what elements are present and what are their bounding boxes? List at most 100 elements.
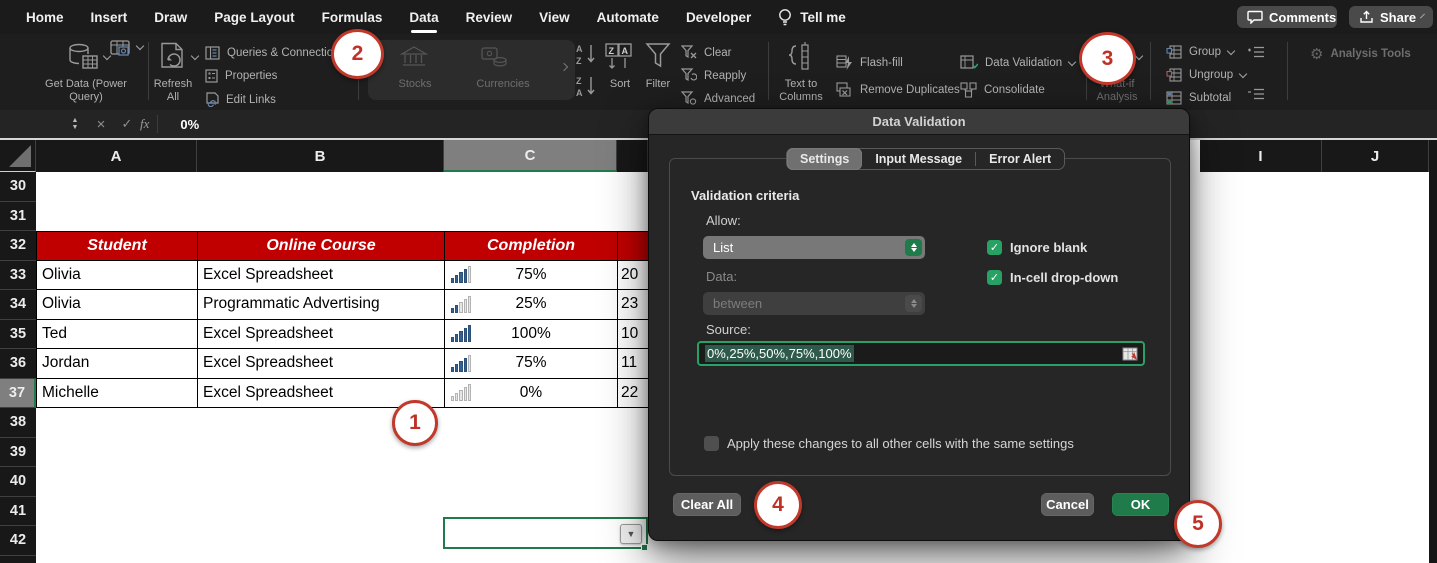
student-cell[interactable]: Ted	[36, 320, 197, 350]
subtotal-button[interactable]: Subtotal	[1166, 91, 1231, 105]
student-cell[interactable]: Olivia	[36, 290, 197, 320]
remove-duplicates-button[interactable]: Remove Duplicates	[836, 82, 960, 98]
completion-cell[interactable]: 75%	[444, 349, 617, 379]
header-completion[interactable]: Completion	[444, 231, 617, 261]
advanced-filter-button[interactable]: Advanced	[681, 91, 755, 106]
chevron-down-icon[interactable]	[1135, 52, 1143, 60]
header-course[interactable]: Online Course	[197, 231, 444, 261]
d-cell-partial[interactable]: 22	[617, 379, 648, 409]
chevron-down-icon[interactable]	[136, 42, 144, 50]
menu-item[interactable]: Automate	[597, 10, 659, 25]
table-camera-button[interactable]	[110, 40, 132, 58]
row-header[interactable]: 39	[0, 438, 36, 468]
range-selector-icon[interactable]	[1122, 347, 1138, 361]
student-cell[interactable]: Jordan	[36, 349, 197, 379]
hide-detail-icon[interactable]	[1248, 88, 1264, 101]
sort-button[interactable]: ZA	[604, 42, 634, 72]
row-header[interactable]: 31	[0, 202, 36, 232]
comments-button[interactable]: Comments	[1237, 6, 1337, 28]
row-header[interactable]: 30	[0, 172, 36, 202]
source-input[interactable]: 0%,25%,50%,75%,100%	[697, 341, 1145, 366]
menu-item[interactable]: View	[539, 10, 570, 25]
column-header-d-partial[interactable]	[617, 140, 648, 172]
row-header[interactable]: 38	[0, 408, 36, 438]
column-header-j[interactable]: J	[1322, 140, 1429, 172]
ignore-blank-checkbox[interactable]: ✓ Ignore blank	[987, 240, 1087, 255]
menu-item[interactable]: Home	[26, 10, 64, 25]
chevron-down-icon[interactable]	[191, 52, 199, 60]
menu-item[interactable]: Review	[466, 10, 513, 25]
show-detail-icon[interactable]	[1248, 46, 1264, 59]
row-header[interactable]: 42	[0, 526, 36, 556]
row-header[interactable]: 37	[0, 379, 36, 409]
reapply-filter-button[interactable]: Reapply	[681, 68, 746, 83]
d-cell-partial[interactable]: 20	[617, 261, 648, 291]
cancel-button[interactable]: Cancel	[1041, 493, 1094, 516]
clear-filter-button[interactable]: Clear	[681, 45, 731, 60]
course-cell[interactable]: Excel Spreadsheet	[197, 320, 444, 350]
group-button[interactable]: Group	[1166, 45, 1234, 59]
queries-connections-button[interactable]: Queries & Connections	[205, 46, 345, 60]
d-cell-partial[interactable]: 11	[617, 349, 648, 379]
in-cell-dropdown-checkbox[interactable]: ✓ In-cell drop-down	[987, 270, 1118, 285]
column-header-a[interactable]: A	[36, 140, 197, 172]
fx-icon[interactable]: fx	[140, 116, 149, 132]
row-header[interactable]: 32	[0, 231, 36, 261]
tab-settings[interactable]: Settings	[787, 148, 862, 170]
select-all-corner[interactable]	[0, 140, 36, 172]
row-header[interactable]: 33	[0, 261, 36, 291]
row-header[interactable]: 36	[0, 349, 36, 379]
row-header[interactable]: 41	[0, 497, 36, 527]
flash-fill-button[interactable]: Flash-fill	[836, 55, 903, 71]
student-cell[interactable]: Michelle	[36, 379, 197, 409]
tab-error-alert[interactable]: Error Alert	[976, 148, 1064, 170]
formula-input[interactable]: 0%	[180, 117, 199, 132]
completion-cell[interactable]: 100%	[444, 320, 617, 350]
name-box-stepper-icon[interactable]: ▲▼	[62, 117, 88, 131]
d-cell-partial[interactable]: 23	[617, 290, 648, 320]
row-header[interactable]: 34	[0, 290, 36, 320]
column-header-i[interactable]: I	[1200, 140, 1322, 172]
formula-cancel-icon[interactable]: ×	[88, 116, 114, 133]
text-to-columns-button[interactable]	[786, 42, 816, 72]
in-cell-dropdown-button[interactable]: ▼	[620, 524, 642, 544]
row-header[interactable]: 40	[0, 467, 36, 497]
formula-confirm-icon[interactable]: ✓	[114, 116, 140, 132]
menu-item[interactable]: Insert	[91, 10, 128, 25]
column-header-b[interactable]: B	[197, 140, 444, 172]
share-button[interactable]: Share	[1349, 6, 1433, 28]
ungroup-button[interactable]: Ungroup	[1166, 68, 1246, 82]
completion-cell[interactable]: 25%	[444, 290, 617, 320]
completion-cell[interactable]: 0%	[444, 379, 617, 409]
row-header[interactable]: 35	[0, 320, 36, 350]
ok-button[interactable]: OK	[1112, 493, 1169, 516]
header-d-partial[interactable]	[617, 231, 648, 261]
menu-item[interactable]: Page Layout	[214, 10, 294, 25]
edit-links-button[interactable]: Edit Links	[205, 92, 276, 107]
refresh-all-button[interactable]	[158, 42, 188, 79]
d-cell-partial[interactable]: 10	[617, 320, 648, 350]
menu-item[interactable]: Formulas	[322, 10, 383, 25]
filter-button[interactable]	[645, 42, 671, 70]
allow-select[interactable]: List	[703, 236, 925, 259]
consolidate-button[interactable]: Consolidate	[960, 82, 1045, 98]
course-cell[interactable]: Programmatic Advertising	[197, 290, 444, 320]
student-cell[interactable]: Olivia	[36, 261, 197, 291]
clear-all-button[interactable]: Clear All	[673, 493, 741, 516]
sort-asc-icon[interactable]: AZ	[576, 42, 598, 66]
menu-item[interactable]: Developer	[686, 10, 751, 25]
fill-handle[interactable]	[641, 544, 648, 551]
column-header-c[interactable]: C	[444, 140, 617, 172]
get-data-button[interactable]	[66, 42, 100, 79]
sort-desc-icon[interactable]: ZA	[576, 74, 598, 98]
header-student[interactable]: Student	[36, 231, 197, 261]
tell-me[interactable]: Tell me	[778, 8, 846, 26]
properties-button[interactable]: Properties	[205, 69, 277, 83]
course-cell[interactable]: Excel Spreadsheet	[197, 349, 444, 379]
course-cell[interactable]: Excel Spreadsheet	[197, 261, 444, 291]
tab-input-message[interactable]: Input Message	[862, 148, 975, 170]
menu-item[interactable]: Draw	[154, 10, 187, 25]
apply-all-checkbox[interactable]: Apply these changes to all other cells w…	[704, 436, 1074, 451]
data-validation-button[interactable]: Data Validation	[960, 55, 1075, 71]
completion-cell[interactable]: 75%	[444, 261, 617, 291]
